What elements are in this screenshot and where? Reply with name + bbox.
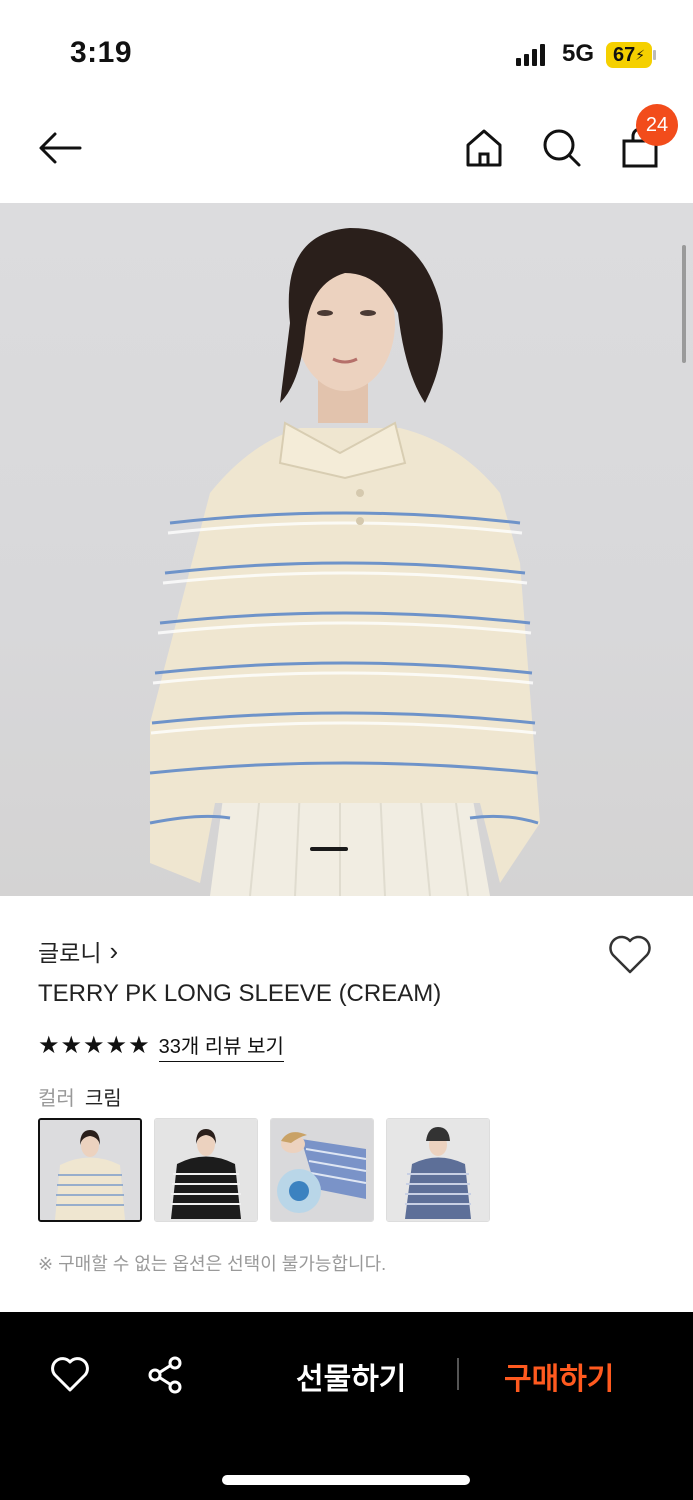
network-label: 5G [562, 40, 595, 67]
star-icon: ★ [83, 1032, 105, 1059]
share-icon [148, 1356, 182, 1394]
wishlist-button[interactable] [45, 1350, 95, 1400]
status-bar: 3:19 5G 67 ⚡ [0, 0, 693, 100]
product-photo [149, 228, 540, 896]
star-icon: ★ [38, 1032, 60, 1059]
review-link[interactable]: 33개 리뷰 보기 [158, 1030, 284, 1062]
home-indicator [222, 1475, 470, 1485]
color-thumb-navy[interactable] [386, 1118, 490, 1222]
heart-icon [51, 1357, 89, 1392]
home-icon [466, 129, 502, 167]
search-icon [543, 129, 581, 167]
thumb-image [387, 1119, 489, 1221]
heart-icon [609, 935, 651, 974]
option-notice: ※ 구매할 수 없는 옵션은 선택이 불가능합니다. [38, 1254, 387, 1274]
color-thumb-black[interactable] [154, 1118, 258, 1222]
gift-button[interactable]: 선물하기 [296, 1354, 406, 1398]
brand-link[interactable]: 글로니 › [38, 934, 118, 968]
thumb-image [155, 1119, 257, 1221]
bottom-divider [457, 1358, 459, 1390]
star-icon: ★ [105, 1032, 128, 1059]
battery-cap [653, 50, 656, 60]
buy-button[interactable]: 구매하기 [504, 1354, 614, 1398]
signal-icon [516, 44, 545, 66]
rating: ★ ★ ★ ★ ★ 33개 리뷰 보기 [38, 1030, 284, 1062]
status-time: 3:19 [70, 36, 133, 69]
product-image[interactable] [0, 203, 693, 896]
thumb-image [271, 1119, 373, 1221]
bottom-action-bar [0, 1312, 693, 1500]
image-page-indicator [310, 847, 348, 851]
nav-bar [0, 100, 693, 203]
star-icon: ★ [128, 1032, 150, 1059]
color-option: 컬러 크림 [38, 1082, 122, 1111]
like-button[interactable] [605, 930, 655, 980]
color-value: 크림 [84, 1088, 122, 1110]
chevron-right-icon: › [109, 936, 119, 966]
battery-level: 67 [612, 43, 636, 66]
color-thumbnails [38, 1118, 490, 1222]
image-scrollbar[interactable] [682, 245, 686, 363]
thumb-image [40, 1120, 140, 1220]
back-arrow-icon [39, 132, 82, 164]
home-button[interactable] [454, 118, 514, 178]
search-button[interactable] [532, 118, 592, 178]
color-thumb-cream[interactable] [38, 1118, 142, 1222]
color-label: 컬러 [38, 1088, 75, 1110]
star-icon: ★ [60, 1032, 83, 1059]
color-thumb-blue[interactable] [270, 1118, 374, 1222]
battery-icon: 67 ⚡ [606, 42, 652, 68]
share-button[interactable] [140, 1350, 190, 1400]
back-button[interactable] [30, 118, 90, 178]
product-name: TERRY PK LONG SLEEVE (CREAM) [38, 980, 442, 1007]
brand-name: 글로니 [38, 940, 102, 966]
cart-count-badge: 24 [636, 104, 678, 146]
